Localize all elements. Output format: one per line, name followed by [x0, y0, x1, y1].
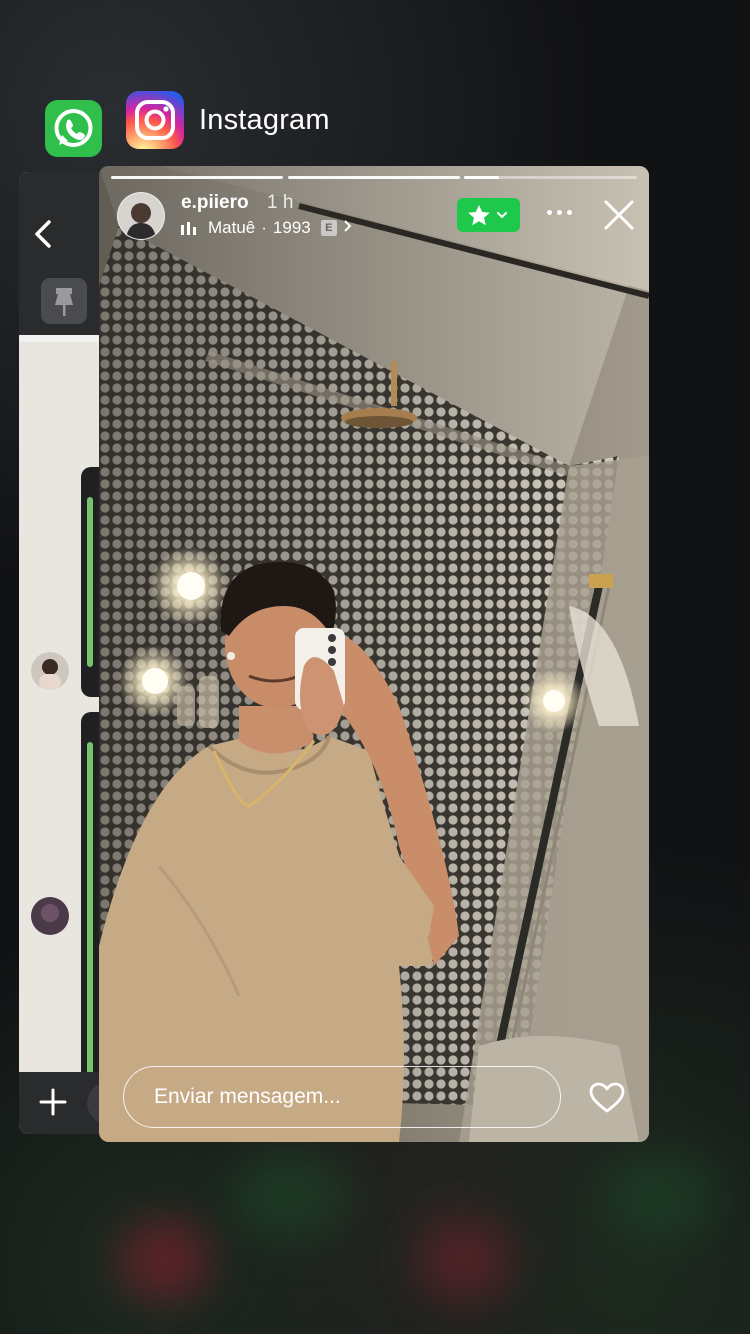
- avatar: [31, 897, 69, 935]
- more-options-icon[interactable]: [547, 210, 575, 218]
- story-photo: [99, 166, 649, 1142]
- star-icon: [468, 205, 507, 226]
- instagram-story-card[interactable]: e.piiero 1 h Matuê · 1993 E Enviar mensa…: [99, 166, 649, 1142]
- pin-icon[interactable]: [41, 278, 87, 324]
- story-time: 1 h: [267, 192, 294, 213]
- send-message-input[interactable]: Enviar mensagem...: [123, 1066, 561, 1128]
- chevron-right-icon: [343, 218, 353, 238]
- close-friends-button[interactable]: [457, 198, 520, 232]
- explicit-badge: E: [320, 220, 337, 236]
- close-icon[interactable]: [603, 199, 635, 231]
- heart-icon[interactable]: [589, 1082, 625, 1114]
- back-icon[interactable]: [29, 214, 57, 254]
- whatsapp-icon[interactable]: [45, 100, 102, 157]
- music-attribution[interactable]: Matuê · 1993 E: [181, 218, 353, 238]
- app-title: Instagram: [199, 104, 330, 136]
- music-track: 1993: [272, 218, 311, 237]
- story-progress-segment: [288, 176, 460, 179]
- instagram-icon[interactable]: [126, 91, 184, 149]
- story-username[interactable]: e.piiero: [181, 192, 249, 214]
- story-progress-segment: [111, 176, 283, 179]
- story-progress-segment: [464, 176, 637, 179]
- plus-icon[interactable]: [35, 1084, 71, 1127]
- music-separator: ·: [261, 218, 267, 237]
- avatar: [31, 652, 69, 690]
- message-placeholder: Enviar mensagem...: [154, 1085, 341, 1108]
- music-artist: Matuê: [208, 218, 256, 237]
- avatar[interactable]: [117, 192, 165, 240]
- music-bars-icon: [181, 221, 196, 235]
